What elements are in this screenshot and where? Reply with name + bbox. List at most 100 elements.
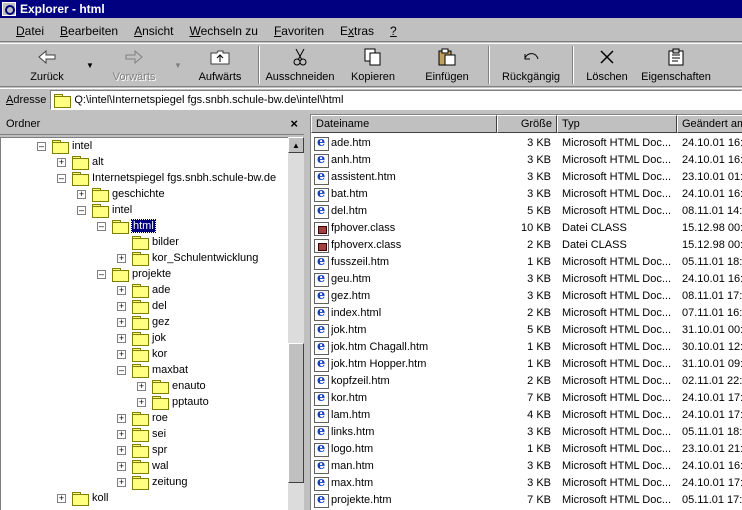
file-row[interactable]: jok.htm 5 KB Microsoft HTML Doc... 31.10.01…: [311, 322, 742, 339]
file-row[interactable]: del.htm 5 KB Microsoft HTML Doc... 08.11.01…: [311, 203, 742, 220]
tree-item-ade[interactable]: + ade: [117, 282, 170, 298]
tree-item-enauto[interactable]: + enauto: [137, 378, 206, 394]
file-row[interactable]: lam.htm 4 KB Microsoft HTML Doc... 24.10.01…: [311, 407, 742, 424]
explorer-app-icon[interactable]: [2, 2, 16, 16]
expand-icon[interactable]: +: [117, 461, 126, 471]
collapse-icon[interactable]: –: [117, 365, 126, 375]
file-row[interactable]: fphover.class 10 KB Datei CLASS 15.12.98 00…: [311, 220, 742, 237]
tree-item-maxbat[interactable]: – maxbat: [117, 362, 188, 378]
expand-icon[interactable]: +: [117, 333, 126, 343]
tree-item-projekte[interactable]: – projekte: [97, 266, 171, 282]
collapse-icon[interactable]: –: [97, 269, 106, 279]
collapse-icon[interactable]: –: [37, 141, 46, 151]
file-row[interactable]: gez.htm 3 KB Microsoft HTML Doc... 08.11.01…: [311, 288, 742, 305]
up-button[interactable]: Aufwärts: [186, 44, 254, 86]
file-row[interactable]: fphoverx.class 2 KB Datei CLASS 15.12.98 00…: [311, 237, 742, 254]
collapse-icon[interactable]: –: [97, 221, 106, 231]
file-date: 24.10.01 16:: [682, 460, 742, 472]
tree-item-intel[interactable]: – intel: [37, 138, 92, 154]
tree-item-kor-schulentwicklung[interactable]: + kor_Schulentwicklung: [117, 250, 258, 266]
file-row[interactable]: ade.htm 3 KB Microsoft HTML Doc... 24.10.01…: [311, 135, 742, 152]
menu-item-ansicht[interactable]: Ansicht: [126, 24, 181, 38]
file-type: Microsoft HTML Doc...: [562, 137, 671, 149]
forward-dropdown-arrow[interactable]: ▼: [170, 44, 186, 86]
expand-icon[interactable]: +: [57, 157, 66, 167]
close-icon[interactable]: ×: [290, 116, 298, 131]
title-bar[interactable]: Explorer - html: [0, 0, 742, 18]
tree-item-wal[interactable]: + wal: [117, 458, 169, 474]
copy-button[interactable]: Kopieren: [336, 44, 410, 86]
column-header-name[interactable]: Dateiname: [311, 115, 497, 133]
expand-icon[interactable]: +: [77, 189, 86, 199]
collapse-icon[interactable]: –: [57, 173, 66, 183]
tree-item-pptauto[interactable]: + pptauto: [137, 394, 209, 410]
expand-icon[interactable]: +: [117, 349, 126, 359]
back-dropdown-arrow[interactable]: ▼: [82, 44, 98, 86]
expand-icon[interactable]: +: [117, 413, 126, 423]
expand-icon[interactable]: +: [117, 477, 126, 487]
tree-item-html[interactable]: – html: [97, 218, 156, 234]
file-row[interactable]: links.htm 3 KB Microsoft HTML Doc... 05.11.…: [311, 424, 742, 441]
menu-item-bearbeiten[interactable]: Bearbeiten: [52, 24, 126, 38]
file-row[interactable]: jok.htm Chagall.htm 1 KB Microsoft HTML Do…: [311, 339, 742, 356]
scroll-thumb[interactable]: [288, 343, 304, 483]
folder-tree-scrollbar[interactable]: ▲: [288, 137, 304, 510]
forward-button[interactable]: Vorwärts: [98, 44, 170, 86]
tree-item-gez[interactable]: + gez: [117, 314, 170, 330]
back-button[interactable]: Zurück: [12, 44, 82, 86]
file-row[interactable]: man.htm 3 KB Microsoft HTML Doc... 24.10.01…: [311, 458, 742, 475]
file-row[interactable]: anh.htm 3 KB Microsoft HTML Doc... 24.10.01…: [311, 152, 742, 169]
delete-button[interactable]: Löschen: [578, 44, 636, 86]
file-row[interactable]: bat.htm 3 KB Microsoft HTML Doc... 24.10.01…: [311, 186, 742, 203]
file-row[interactable]: max.htm 3 KB Microsoft HTML Doc... 24.10.01…: [311, 475, 742, 492]
file-row[interactable]: kor.htm 7 KB Microsoft HTML Doc... 24.10.01…: [311, 390, 742, 407]
tree-item-roe[interactable]: + roe: [117, 410, 168, 426]
expand-icon[interactable]: +: [117, 445, 126, 455]
menu-item-wechseln-zu[interactable]: Wechseln zu: [181, 24, 265, 38]
file-row[interactable]: index.html 2 KB Microsoft HTML Doc... 07.11…: [311, 305, 742, 322]
cut-button[interactable]: Ausschneiden: [264, 44, 336, 86]
file-row[interactable]: jok.htm Hopper.htm 1 KB Microsoft HTML Doc…: [311, 356, 742, 373]
tree-item-koll[interactable]: + koll: [57, 490, 109, 506]
menu-item-extras[interactable]: Extras: [332, 24, 382, 38]
expand-icon[interactable]: +: [117, 253, 126, 263]
expand-icon[interactable]: +: [57, 493, 66, 503]
expand-icon[interactable]: +: [117, 429, 126, 439]
file-row[interactable]: assistent.htm 3 KB Microsoft HTML Doc... 23…: [311, 169, 742, 186]
undo-button[interactable]: Rückgängig: [494, 44, 568, 86]
tree-item-bilder[interactable]: bilder: [117, 234, 179, 250]
tree-item-zeitung[interactable]: + zeitung: [117, 474, 187, 490]
file-row[interactable]: fusszeil.htm 1 KB Microsoft HTML Doc... 05.…: [311, 254, 742, 271]
column-header-type[interactable]: Typ: [557, 115, 677, 133]
file-row[interactable]: projekte.htm 7 KB Microsoft HTML Doc... 05.…: [311, 492, 742, 509]
tree-item-internetspiegel-fgs-snbh-schule-bw-de[interactable]: – Internetspiegel fgs.snbh.schule-bw.de: [57, 170, 276, 186]
file-list[interactable]: DateinameGrößeTypGeändert am ade.htm 3 KB…: [310, 114, 742, 510]
file-row[interactable]: logo.htm 1 KB Microsoft HTML Doc... 23.10.0…: [311, 441, 742, 458]
scroll-up-button[interactable]: ▲: [288, 137, 304, 153]
properties-button[interactable]: Eigenschaften: [636, 44, 716, 86]
tree-item-intel[interactable]: – intel: [77, 202, 132, 218]
tree-item-spr[interactable]: + spr: [117, 442, 167, 458]
tree-item-del[interactable]: + del: [117, 298, 167, 314]
tree-item-jok[interactable]: + jok: [117, 330, 166, 346]
expand-icon[interactable]: +: [117, 317, 126, 327]
expand-icon[interactable]: +: [137, 397, 146, 407]
tree-item-alt[interactable]: + alt: [57, 154, 104, 170]
tree-item-kor[interactable]: + kor: [117, 346, 167, 362]
tree-item-geschichte[interactable]: + geschichte: [77, 186, 165, 202]
address-input[interactable]: Q:\intel\Internetspiegel fgs.snbh.schule…: [50, 89, 742, 110]
file-row[interactable]: kopfzeil.htm 2 KB Microsoft HTML Doc... 02.…: [311, 373, 742, 390]
expand-icon[interactable]: +: [117, 301, 126, 311]
column-header-date[interactable]: Geändert am: [677, 115, 742, 133]
paste-button[interactable]: Einfügen: [410, 44, 484, 86]
expand-icon[interactable]: +: [137, 381, 146, 391]
menu-item-help[interactable]: ?: [382, 24, 405, 38]
column-header-size[interactable]: Größe: [497, 115, 557, 133]
menu-item-favoriten[interactable]: Favoriten: [266, 24, 332, 38]
expand-icon[interactable]: +: [117, 285, 126, 295]
menu-item-datei[interactable]: Datei: [8, 24, 52, 38]
file-row[interactable]: geu.htm 3 KB Microsoft HTML Doc... 24.10.01…: [311, 271, 742, 288]
tree-item-sei[interactable]: + sei: [117, 426, 166, 442]
collapse-icon[interactable]: –: [77, 205, 86, 215]
folder-tree[interactable]: – intel + alt – Internetspiegel fgs.snbh.schu…: [0, 137, 288, 510]
